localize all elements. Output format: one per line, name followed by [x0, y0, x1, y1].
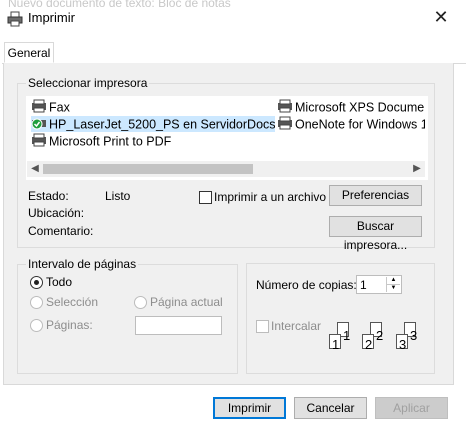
default-printer-icon: [31, 116, 47, 134]
printer-item-microsoft-xps[interactable]: Microsoft XPS Documen: [277, 99, 425, 115]
printer-name: Fax: [49, 100, 70, 115]
cancel-button[interactable]: Cancelar: [294, 397, 367, 419]
increment-icon[interactable]: ▲: [387, 277, 400, 285]
collate-page-number: 3: [410, 328, 418, 343]
status-value: Listo: [105, 189, 131, 203]
find-printer-button[interactable]: Buscar impresora...: [329, 216, 422, 252]
dialog-title: Imprimir: [28, 10, 75, 25]
range-selection-radio[interactable]: [30, 296, 43, 309]
printer-item-fax[interactable]: Fax: [31, 99, 70, 115]
printer-list-scrollbar[interactable]: ◀ ▶: [27, 161, 425, 177]
printer-icon: [277, 116, 293, 132]
range-all-label: Todo: [46, 275, 73, 289]
tab-general[interactable]: General: [4, 42, 54, 63]
page-range-legend: Intervalo de páginas: [28, 257, 137, 271]
location-label: Ubicación:: [28, 206, 85, 220]
range-current-page-radio[interactable]: [134, 296, 147, 309]
printer-name: Microsoft XPS Documen: [295, 100, 425, 115]
close-icon[interactable]: ✕: [424, 2, 458, 32]
printer-icon: [277, 99, 293, 115]
apply-button[interactable]: Aplicar: [375, 397, 448, 419]
print-button[interactable]: Imprimir: [213, 397, 286, 419]
copies-stepper[interactable]: ▲ ▼: [386, 277, 400, 292]
print-to-file-label: Imprimir a un archivo: [214, 190, 327, 204]
printer-name: OneNote for Windows 10: [295, 117, 425, 132]
copies-value: 1: [360, 278, 367, 292]
range-pages-radio[interactable]: [30, 319, 43, 332]
copies-label: Número de copias:: [256, 278, 357, 292]
printer-app-icon: [7, 11, 23, 27]
printer-item-onenote[interactable]: OneNote for Windows 10: [277, 116, 425, 132]
collate-page-number: 1: [332, 337, 340, 352]
printer-item-microsoft-print-to-pdf[interactable]: Microsoft Print to PDF: [31, 133, 171, 149]
scrollbar-thumb[interactable]: [43, 164, 253, 174]
collate-page-number: 2: [376, 328, 384, 343]
fax-printer-icon: [31, 99, 47, 117]
print-to-file-checkbox[interactable]: [199, 191, 212, 204]
collate-checkbox[interactable]: [256, 320, 269, 333]
preferences-button[interactable]: Preferencias: [329, 185, 422, 206]
collate-illustration: 1 1 2 2 3 3: [326, 318, 426, 356]
pages-input[interactable]: [135, 316, 222, 335]
scroll-left-icon[interactable]: ◀: [27, 161, 43, 177]
range-pages-label: Páginas:: [46, 318, 93, 332]
printer-name: HP_LaserJet_5200_PS en ServidorDocs: [49, 117, 276, 132]
collate-label: Intercalar: [271, 319, 322, 333]
collate-page-number: 2: [365, 337, 373, 352]
printer-item-hp-laserjet[interactable]: HP_LaserJet_5200_PS en ServidorDocs: [31, 116, 276, 134]
printer-icon: [31, 133, 47, 151]
comment-label: Comentario:: [28, 224, 94, 238]
range-current-page-label: Página actual: [150, 295, 223, 309]
status-label: Estado:: [28, 189, 69, 203]
background-window-title: Nuevo documento de texto: Bloc de notas: [8, 0, 231, 10]
collate-page-number: 3: [399, 337, 407, 352]
scroll-right-icon[interactable]: ▶: [409, 161, 425, 177]
copies-input[interactable]: 1 ▲ ▼: [356, 275, 402, 294]
range-all-radio[interactable]: [30, 276, 43, 289]
collate-page-number: 1: [343, 328, 351, 343]
printer-name: Microsoft Print to PDF: [49, 134, 172, 149]
range-selection-label: Selección: [46, 295, 99, 309]
decrement-icon[interactable]: ▼: [387, 285, 400, 292]
select-printer-legend: Seleccionar impresora: [28, 76, 148, 90]
